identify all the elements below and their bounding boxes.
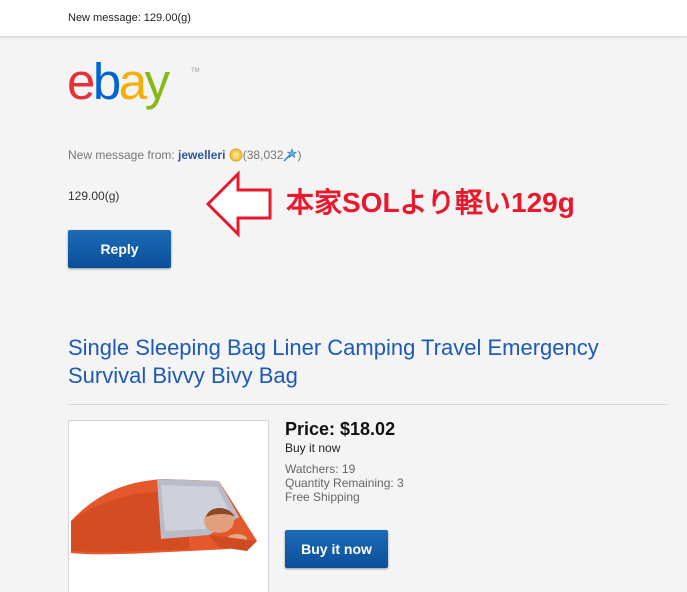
divider [68, 404, 668, 405]
from-label: New message from: [68, 148, 175, 162]
item-title-link[interactable]: Single Sleeping Bag Liner Camping Travel… [68, 334, 668, 390]
rising-star-icon [283, 148, 298, 162]
feedback-star-icon [229, 148, 243, 162]
quantity-remaining: Quantity Remaining: 3 [285, 476, 404, 490]
shipping-info: Free Shipping [285, 490, 360, 504]
feedback-score[interactable]: (38,032 [243, 148, 284, 162]
ebay-logo[interactable]: ebay TM [67, 53, 200, 110]
item-meta: Watchers: 19 Quantity Remaining: 3 Free … [285, 462, 404, 504]
seller-name-link[interactable]: jewelleri [178, 148, 225, 162]
logo-letter-y: y [144, 53, 171, 110]
logo-trademark: TM [191, 68, 200, 74]
message-from-line: New message from: jewelleri (38,032 ) [68, 148, 301, 162]
logo-letter-e: e [67, 53, 95, 110]
email-header-bar: New message: 129.00(g) [0, 0, 687, 37]
reply-button[interactable]: Reply [68, 230, 171, 268]
logo-letter-a: a [118, 53, 147, 110]
item-image[interactable] [68, 420, 269, 592]
item-price: Price: $18.02 [285, 419, 396, 439]
message-body: 129.00(g) [68, 189, 120, 203]
annotation-text: 本家SOLより軽い129g [286, 187, 575, 218]
email-subject: New message: 129.00(g) [68, 12, 191, 24]
sleeping-bag-photo [69, 421, 268, 592]
logo-letter-b: b [92, 53, 121, 110]
buy-it-now-button[interactable]: Buy it now [285, 530, 388, 568]
listing-format: Buy it now [285, 441, 341, 455]
watchers-count: Watchers: 19 [285, 462, 356, 476]
left-arrow-icon [205, 170, 272, 238]
feedback-score-close: ) [297, 148, 302, 162]
